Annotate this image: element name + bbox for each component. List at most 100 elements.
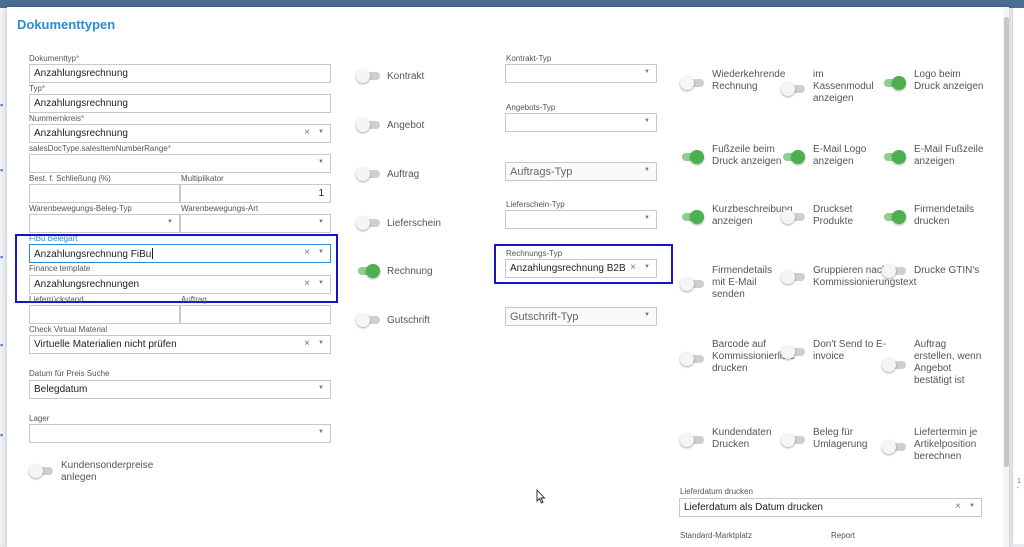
multiplikator-label: Multiplikator <box>181 174 224 183</box>
check-virtual-label: Check Virtual Material <box>29 325 108 334</box>
rechnung-toggle-label: Rechnung <box>387 266 433 277</box>
lieferschein-typ-select[interactable]: ▼ <box>505 210 657 229</box>
kontrakt-typ-select[interactable]: ▼ <box>505 64 657 83</box>
kontrakt-toggle-label: Kontrakt <box>387 71 425 82</box>
lager-label: Lager <box>29 414 50 423</box>
chevron-down-icon[interactable]: ▼ <box>644 215 650 221</box>
auftrag-input[interactable] <box>180 305 331 324</box>
background-row-marker: ▪ <box>0 252 4 262</box>
gutschrift-toggle[interactable] <box>356 313 380 327</box>
email-logo-toggle[interactable] <box>781 150 805 164</box>
report-label: Report <box>831 531 856 540</box>
dialog-title: Dokumenttypen <box>17 17 116 32</box>
auftrags-typ-select[interactable]: Auftrags-Typ ▼ <box>505 162 657 181</box>
logo-druck-label: Logo beim Druck anzeigen <box>914 69 984 92</box>
dont-send-einvoice-label: Don't Send to E-invoice <box>813 339 887 362</box>
sales-range-select[interactable]: ▼ <box>29 154 331 173</box>
clear-icon[interactable]: × <box>304 127 310 138</box>
lieferrueckstand-input[interactable] <box>29 305 180 324</box>
dokumenttyp-input[interactable]: Anzahlungsrechnung <box>29 64 331 83</box>
kassenmodul-label: im Kassenmodul anzeigen <box>813 69 874 104</box>
email-fusszeile-label: E-Mail Fußzeile anzeigen <box>914 144 984 167</box>
background-row-marker: ▪ <box>0 430 4 440</box>
beleg-umlagerung-label: Beleg für Umlagerung <box>813 427 868 450</box>
firmendetails-drucken-label: Firmendetails drucken <box>914 204 975 227</box>
angebots-typ-select[interactable]: ▼ <box>505 113 657 132</box>
chevron-down-icon[interactable]: ▼ <box>318 385 324 391</box>
firmendetails-drucken-toggle[interactable] <box>882 210 906 224</box>
background-row-marker: ▪ <box>0 165 4 175</box>
lieferdatum-select[interactable]: Lieferdatum als Datum drucken × ▼ <box>679 498 982 517</box>
clear-icon[interactable]: × <box>304 338 310 349</box>
lieferschein-typ-label: Lieferschein-Typ <box>506 200 565 209</box>
druckset-produkte-toggle[interactable] <box>781 210 805 224</box>
chevron-down-icon[interactable]: ▼ <box>318 429 324 435</box>
kontrakt-toggle[interactable] <box>356 69 380 83</box>
kundendaten-toggle[interactable] <box>680 433 704 447</box>
chevron-down-icon[interactable]: ▼ <box>318 340 324 346</box>
gutschrift-toggle-label: Gutschrift <box>387 315 430 326</box>
drucke-gtin-toggle[interactable] <box>882 264 906 278</box>
auftrag-erstellen-toggle[interactable] <box>882 358 906 372</box>
kassenmodul-toggle[interactable] <box>781 82 805 96</box>
angebot-toggle-label: Angebot <box>387 120 425 131</box>
chevron-down-icon[interactable]: ▼ <box>318 159 324 165</box>
liefertermin-label: Liefertermin je Artikelposition berechnen <box>914 427 978 462</box>
chevron-down-icon[interactable]: ▼ <box>318 129 324 135</box>
email-fusszeile-toggle[interactable] <box>882 150 906 164</box>
angebot-toggle[interactable] <box>356 118 380 132</box>
gutschrift-typ-select[interactable]: Gutschrift-Typ ▼ <box>505 307 657 326</box>
background-pagination-text: 1 - <box>1017 478 1021 492</box>
standard-marktplatz-label: Standard-Marktplatz <box>680 531 753 540</box>
dont-send-einvoice-toggle[interactable] <box>781 345 805 359</box>
kurzbeschreibung-toggle[interactable] <box>680 210 704 224</box>
fusszeile-druck-label: Fußzeile beim Druck anzeigen <box>712 144 782 167</box>
dokumenttyp-label: Dokumenttyp* <box>29 54 80 63</box>
chevron-down-icon[interactable]: ▼ <box>644 69 650 75</box>
beleg-umlagerung-toggle[interactable] <box>781 433 805 447</box>
clear-icon[interactable]: × <box>955 501 961 512</box>
warenbewegungs-art-select[interactable]: ▼ <box>180 214 331 233</box>
nummernkreis-label: Nummernkreis* <box>29 114 85 123</box>
typ-input[interactable]: Anzahlungsrechnung <box>29 94 331 113</box>
nummernkreis-select[interactable]: Anzahlungsrechnung × ▼ <box>29 124 331 143</box>
background-row-marker: ▪ <box>0 340 4 350</box>
angebots-typ-label: Angebots-Typ <box>506 103 556 112</box>
lieferrueckstand-label: Lieferrückstand <box>29 295 84 304</box>
fusszeile-druck-toggle[interactable] <box>680 150 704 164</box>
chevron-down-icon[interactable]: ▼ <box>969 503 975 509</box>
drucke-gtin-label: Drucke GTIN's <box>914 265 980 276</box>
logo-druck-toggle[interactable] <box>882 76 906 90</box>
firmendetails-email-toggle[interactable] <box>680 277 704 291</box>
auftrag-toggle-label: Auftrag <box>387 169 420 180</box>
highlight-box-fibu-finance <box>15 234 338 303</box>
chevron-down-icon[interactable]: ▼ <box>167 219 173 225</box>
dokumenttypen-dialog: Dokumenttypen Dokumenttyp* Anzahlungsrec… <box>7 7 1009 547</box>
email-logo-label: E-Mail Logo anzeigen <box>813 144 867 167</box>
liefertermin-toggle[interactable] <box>882 440 906 454</box>
gruppieren-toggle[interactable] <box>781 270 805 284</box>
chevron-down-icon[interactable]: ▼ <box>318 219 324 225</box>
auftrag-toggle[interactable] <box>356 167 380 181</box>
auftrag-label: Auftrag <box>181 295 207 304</box>
multiplikator-input[interactable]: 1 <box>180 184 331 203</box>
dialog-scrollbar-thumb[interactable] <box>1004 17 1009 467</box>
background-row-marker: ▪ <box>0 100 4 110</box>
wiederkehrende-rechnung-toggle[interactable] <box>680 76 704 90</box>
beleg-typ-select[interactable]: ▼ <box>29 214 180 233</box>
lager-select[interactable]: ▼ <box>29 424 331 443</box>
highlight-box-rechnungs-typ <box>494 244 673 284</box>
lieferschein-toggle-label: Lieferschein <box>387 218 441 229</box>
druckset-produkte-label: Druckset Produkte <box>813 204 854 227</box>
barcode-toggle[interactable] <box>680 352 704 366</box>
chevron-down-icon[interactable]: ▼ <box>644 118 650 124</box>
check-virtual-select[interactable]: Virtuelle Materialien nicht prüfen × ▼ <box>29 335 331 354</box>
lieferschein-toggle[interactable] <box>356 216 380 230</box>
chevron-down-icon[interactable]: ▼ <box>644 312 650 318</box>
datum-preis-select[interactable]: Belegdatum ▼ <box>29 380 331 399</box>
chevron-down-icon[interactable]: ▼ <box>644 167 650 173</box>
rechnung-toggle[interactable] <box>356 264 380 278</box>
schliessung-input[interactable] <box>29 184 180 203</box>
sales-range-label: salesDocType.salesItemNumberRange* <box>29 144 171 153</box>
kundensonderpreise-toggle[interactable] <box>29 464 53 478</box>
